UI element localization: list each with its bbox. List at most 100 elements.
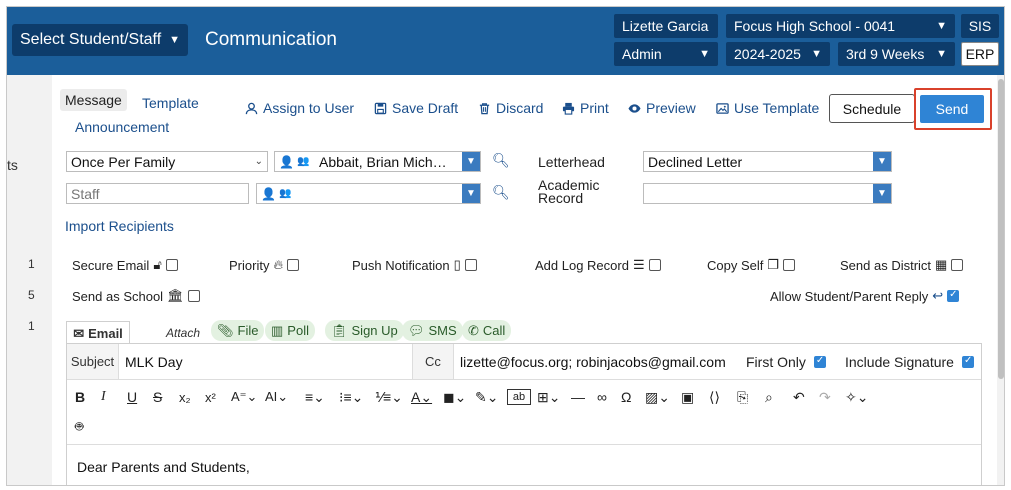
attach-signup-button[interactable]: 📋︎ Sign Up bbox=[325, 320, 404, 341]
subject-input[interactable]: MLK Day bbox=[125, 354, 183, 370]
attach-sms-button[interactable]: 💬︎ SMS bbox=[402, 320, 463, 341]
discard-button[interactable]: Discard bbox=[478, 100, 543, 116]
send-button[interactable]: Send bbox=[920, 95, 984, 123]
erp-button[interactable]: ERP bbox=[961, 42, 999, 66]
source-code-icon[interactable]: ⟨⟩ bbox=[709, 389, 737, 406]
push-notification-option[interactable]: Push Notification ▯ bbox=[352, 257, 477, 273]
dropdown-arrow-icon[interactable]: ▼ bbox=[462, 184, 480, 203]
bullet-list-icon[interactable]: ⁝≡⌄ bbox=[339, 389, 375, 406]
background-color-icon[interactable]: ◼⌄ bbox=[443, 389, 475, 406]
horizontal-line-icon[interactable]: — bbox=[571, 389, 597, 405]
academic-record-select[interactable]: ▼ bbox=[643, 183, 892, 204]
tab-announcement[interactable]: Announcement bbox=[75, 119, 169, 135]
import-recipients-link[interactable]: Import Recipients bbox=[65, 218, 174, 234]
font-size-icon[interactable]: AI⌄ bbox=[265, 389, 305, 405]
cc-input[interactable]: lizette@focus.org; robinjacobs@gmail.com bbox=[460, 354, 726, 370]
priority-option[interactable]: Priority 🔥︎ bbox=[229, 257, 299, 273]
save-draft-button[interactable]: Save Draft bbox=[374, 100, 458, 116]
send-as-district-option[interactable]: Send as District ▦ bbox=[840, 257, 964, 273]
subject-label: Subject bbox=[67, 344, 119, 379]
align-icon[interactable]: ≡⌄ bbox=[305, 389, 339, 406]
send-as-school-label: Send as School bbox=[72, 288, 164, 304]
text-size-icon[interactable]: A⁼⌄ bbox=[231, 389, 265, 405]
school-select[interactable]: Focus High School - 0041 ▼ bbox=[726, 14, 955, 38]
omega-icon[interactable]: Ω bbox=[621, 389, 645, 405]
push-notification-checkbox[interactable] bbox=[464, 259, 477, 271]
year-select[interactable]: 2024-2025 ▼ bbox=[726, 42, 830, 66]
add-log-record-checkbox[interactable] bbox=[648, 259, 661, 271]
special-character-icon[interactable]: ab bbox=[507, 389, 531, 405]
include-signature-checkbox[interactable] bbox=[961, 355, 974, 368]
letterhead-select[interactable]: Declined Letter ▼ bbox=[643, 151, 892, 172]
print-button[interactable]: Print bbox=[562, 100, 609, 116]
dropdown-arrow-icon[interactable]: ▼ bbox=[873, 152, 891, 171]
superscript-icon[interactable]: x² bbox=[205, 390, 231, 405]
media-icon[interactable]: ▣ bbox=[681, 389, 709, 406]
italic-icon[interactable]: I bbox=[101, 389, 127, 405]
subscript-icon[interactable]: x₂ bbox=[179, 390, 205, 405]
attach-poll-button[interactable]: ▥ Poll bbox=[265, 320, 315, 341]
first-only-checkbox[interactable] bbox=[813, 355, 826, 368]
underline-icon[interactable]: U bbox=[127, 389, 153, 405]
dropdown-arrow-icon[interactable]: ▼ bbox=[873, 184, 891, 203]
redo-icon[interactable]: ↷ bbox=[819, 389, 845, 406]
assign-to-user-button[interactable]: Assign to User bbox=[245, 100, 354, 116]
insert-image-icon[interactable]: ▨⌄ bbox=[645, 389, 681, 406]
app-window: Select Student/Staff ▼ Communication Liz… bbox=[6, 6, 1005, 486]
printer-icon bbox=[562, 102, 575, 115]
preview-label: Preview bbox=[646, 100, 696, 116]
numbered-list-icon[interactable]: ⅟≡⌄ bbox=[375, 389, 411, 406]
attach-file-button[interactable]: 📎︎ File bbox=[211, 320, 265, 341]
add-log-record-option[interactable]: Add Log Record ☰ bbox=[535, 257, 661, 273]
text-color-icon[interactable]: A⌄ bbox=[411, 389, 443, 406]
highlighter-icon[interactable]: ✎⌄ bbox=[475, 389, 507, 406]
find-replace-icon[interactable]: ⌕ bbox=[765, 389, 793, 406]
magic-wand-icon[interactable]: ✧⌄ bbox=[845, 389, 875, 406]
send-as-school-option[interactable]: Send as School 🏛︎ bbox=[72, 288, 200, 304]
staff-input[interactable]: Staff bbox=[66, 183, 249, 204]
once-per-family-select[interactable]: Once Per Family ⌄ bbox=[66, 151, 268, 172]
preview-button[interactable]: Preview bbox=[628, 100, 696, 116]
link-icon[interactable]: ∞ bbox=[597, 389, 621, 405]
sis-button[interactable]: SIS bbox=[961, 14, 999, 38]
recipients-select[interactable]: 👤 👥 Abbait, Brian Mich… ▼ bbox=[274, 151, 481, 172]
priority-checkbox[interactable] bbox=[287, 259, 299, 271]
ai-assistant-icon[interactable]: 🤖︎ bbox=[75, 416, 97, 438]
allow-reply-option[interactable]: Allow Student/Parent Reply ↩ bbox=[770, 288, 960, 304]
tab-template[interactable]: Template bbox=[142, 95, 199, 111]
staff-recipients-select[interactable]: 👤 👥 ▼ bbox=[256, 183, 481, 204]
scrollbar[interactable] bbox=[997, 75, 1004, 485]
select-student-staff-button[interactable]: Select Student/Staff ▼ bbox=[12, 24, 189, 56]
copy-self-checkbox[interactable] bbox=[783, 259, 796, 271]
copy-self-option[interactable]: Copy Self ❐ bbox=[707, 257, 796, 273]
send-as-district-label: Send as District bbox=[840, 257, 932, 273]
term-select[interactable]: 3rd 9 Weeks ▼ bbox=[838, 42, 955, 66]
print-label: Print bbox=[580, 100, 609, 116]
sidebar-count: 5 bbox=[28, 288, 35, 302]
eye-icon bbox=[628, 103, 641, 113]
undo-icon[interactable]: ↶ bbox=[793, 389, 819, 406]
bold-icon[interactable]: B bbox=[75, 389, 101, 405]
search-icon[interactable]: 🔍︎ bbox=[492, 184, 510, 201]
secure-email-checkbox[interactable] bbox=[165, 259, 178, 271]
tab-message[interactable]: Message bbox=[60, 89, 127, 111]
first-only-option[interactable]: First Only bbox=[746, 354, 826, 370]
include-signature-option[interactable]: Include Signature bbox=[845, 354, 974, 370]
secure-email-option[interactable]: Secure Email 🔓︎ bbox=[72, 257, 178, 273]
send-as-school-checkbox[interactable] bbox=[187, 290, 200, 302]
table-icon[interactable]: ⊞⌄ bbox=[537, 389, 571, 406]
search-icon[interactable]: 🔍︎ bbox=[492, 152, 510, 169]
email-body[interactable]: Dear Parents and Students, bbox=[77, 459, 250, 475]
template-icon[interactable]: ⎘ bbox=[737, 389, 765, 406]
schedule-button[interactable]: Schedule bbox=[829, 94, 915, 123]
user-name-box[interactable]: Lizette Garcia bbox=[614, 14, 718, 38]
allow-reply-checkbox[interactable] bbox=[947, 289, 960, 302]
use-template-button[interactable]: Use Template bbox=[716, 100, 819, 116]
strikethrough-icon[interactable]: S bbox=[153, 389, 179, 405]
send-as-district-checkbox[interactable] bbox=[951, 259, 964, 271]
tab-email[interactable]: ✉ Email bbox=[66, 321, 130, 345]
role-select[interactable]: Admin ▼ bbox=[614, 42, 718, 66]
dropdown-arrow-icon[interactable]: ▼ bbox=[462, 152, 480, 171]
scrollbar-thumb[interactable] bbox=[998, 79, 1004, 379]
attach-call-button[interactable]: ✆ Call bbox=[462, 320, 512, 341]
